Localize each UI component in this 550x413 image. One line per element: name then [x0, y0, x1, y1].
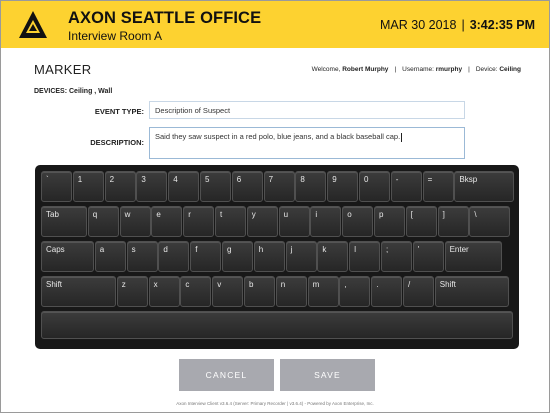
key-shift[interactable]: Shift [434, 276, 509, 307]
key-d[interactable]: d [158, 241, 190, 272]
key-j[interactable]: j [285, 241, 317, 272]
username-value: rmurphy [435, 66, 463, 73]
description-label: DESCRIPTION: [90, 138, 144, 147]
key-comma[interactable]: , [339, 276, 371, 307]
key-n[interactable]: n [275, 276, 307, 307]
key-caps[interactable]: Caps [41, 241, 94, 272]
description-field[interactable]: Said they saw suspect in a red polo, blu… [149, 127, 465, 159]
device-label: Device: [475, 66, 498, 73]
date-time: MAR 30 2018 | 3:42:35 PM [380, 18, 535, 32]
key-e[interactable]: e [151, 206, 183, 237]
key-equals[interactable]: = [422, 171, 454, 202]
device-value: Ceiling [499, 66, 521, 73]
key-l[interactable]: l [349, 241, 381, 272]
key-h[interactable]: h [253, 241, 285, 272]
key-backslash[interactable]: \ [469, 206, 511, 237]
key-slash[interactable]: / [403, 276, 434, 307]
key-w[interactable]: w [119, 206, 151, 237]
event-type-value: Description of Suspect [155, 106, 231, 115]
key-y[interactable]: y [246, 206, 278, 237]
key-g[interactable]: g [222, 241, 253, 272]
key-3[interactable]: 3 [136, 171, 168, 202]
header-bar: AXON SEATTLE OFFICE Interview Room A MAR… [1, 1, 549, 48]
key-1[interactable]: 1 [72, 171, 104, 202]
key-bksp[interactable]: Bksp [454, 171, 515, 202]
key-9[interactable]: 9 [327, 171, 359, 202]
devices-line: DEVICES: Ceiling , Wall [34, 88, 113, 95]
description-value: Said they saw suspect in a red polo, blu… [155, 132, 401, 141]
welcome-label: Welcome, [311, 66, 341, 73]
key-enter[interactable]: Enter [444, 241, 502, 272]
key-o[interactable]: o [342, 206, 374, 237]
user-info-separator: | [394, 66, 397, 73]
key-p[interactable]: p [374, 206, 405, 237]
key-8[interactable]: 8 [295, 171, 327, 202]
key-c[interactable]: c [180, 276, 212, 307]
key-left-bracket[interactable]: [ [405, 206, 437, 237]
key-b[interactable]: b [244, 276, 275, 307]
key-x[interactable]: x [148, 276, 180, 307]
cancel-button[interactable]: CANCEL [179, 359, 274, 391]
room-subtitle: Interview Room A [68, 29, 163, 43]
key-5[interactable]: 5 [200, 171, 231, 202]
axon-logo-icon [19, 11, 47, 38]
event-type-label: EVENT TYPE: [94, 107, 144, 116]
key-space[interactable] [41, 311, 513, 339]
event-type-field[interactable]: Description of Suspect [149, 101, 465, 119]
key-2[interactable]: 2 [104, 171, 136, 202]
footer-text: Axon Interview Client v3.6.4 (Server: Pr… [176, 401, 374, 406]
key-u[interactable]: u [278, 206, 310, 237]
key-v[interactable]: v [212, 276, 244, 307]
key-4[interactable]: 4 [168, 171, 200, 202]
key-0[interactable]: 0 [359, 171, 390, 202]
key-quote[interactable]: ' [412, 241, 444, 272]
app-window: AXON SEATTLE OFFICE Interview Room A MAR… [0, 0, 550, 413]
key-backtick[interactable]: ` [41, 171, 72, 202]
key-right-bracket[interactable]: ] [437, 206, 469, 237]
welcome-name: Robert Murphy [342, 66, 389, 73]
key-a[interactable]: a [94, 241, 126, 272]
key-k[interactable]: k [317, 241, 349, 272]
key-6[interactable]: 6 [231, 171, 263, 202]
date-time-separator: | [461, 18, 465, 32]
key-r[interactable]: r [183, 206, 215, 237]
key-shift[interactable]: Shift [41, 276, 116, 307]
text-caret [401, 132, 403, 142]
key-tab[interactable]: Tab [41, 206, 87, 237]
office-title: AXON SEATTLE OFFICE [68, 9, 262, 27]
user-info-separator: | [468, 66, 470, 73]
page-title: MARKER [34, 62, 92, 77]
date-text: MAR 30 2018 [380, 18, 457, 32]
key-s[interactable]: s [126, 241, 158, 272]
time-text: 3:42:35 PM [469, 18, 535, 32]
on-screen-keyboard: ` 1 2 3 4 5 6 7 8 9 0- = Bksp Tab q w e r t y u i o p[] \ Caps a s d… [35, 165, 519, 349]
key-period[interactable]: . [371, 276, 403, 307]
key-q[interactable]: q [87, 206, 119, 237]
key-minus[interactable]: - [390, 171, 422, 202]
key-semicolon[interactable]: ; [381, 241, 412, 272]
key-f[interactable]: f [190, 241, 222, 272]
save-button[interactable]: SAVE [280, 359, 375, 391]
key-z[interactable]: z [116, 276, 148, 307]
key-t[interactable]: t [215, 206, 246, 237]
username-label: Username: [402, 66, 434, 73]
key-m[interactable]: m [307, 276, 339, 307]
key-i[interactable]: i [310, 206, 342, 237]
key-7[interactable]: 7 [263, 171, 295, 202]
user-info: Welcome, Robert Murphy | Username: rmurphy… [312, 66, 521, 73]
